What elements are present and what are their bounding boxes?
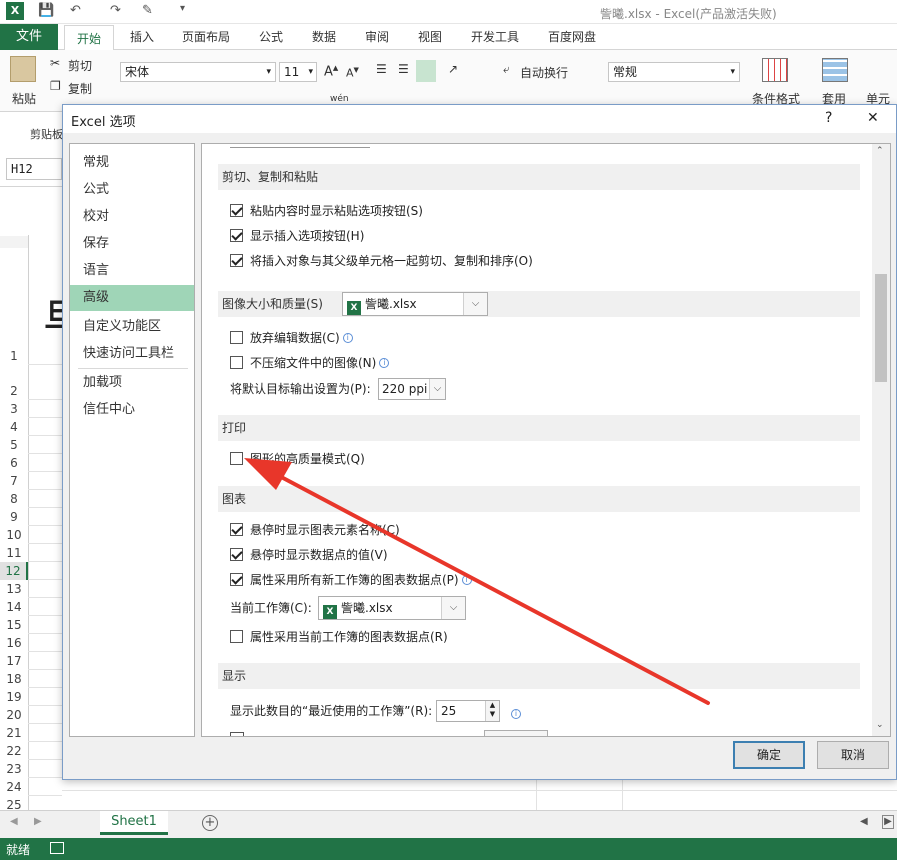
arrow-head (244, 458, 292, 490)
arrow-shaft (266, 468, 710, 705)
annotation-arrow (244, 458, 710, 705)
